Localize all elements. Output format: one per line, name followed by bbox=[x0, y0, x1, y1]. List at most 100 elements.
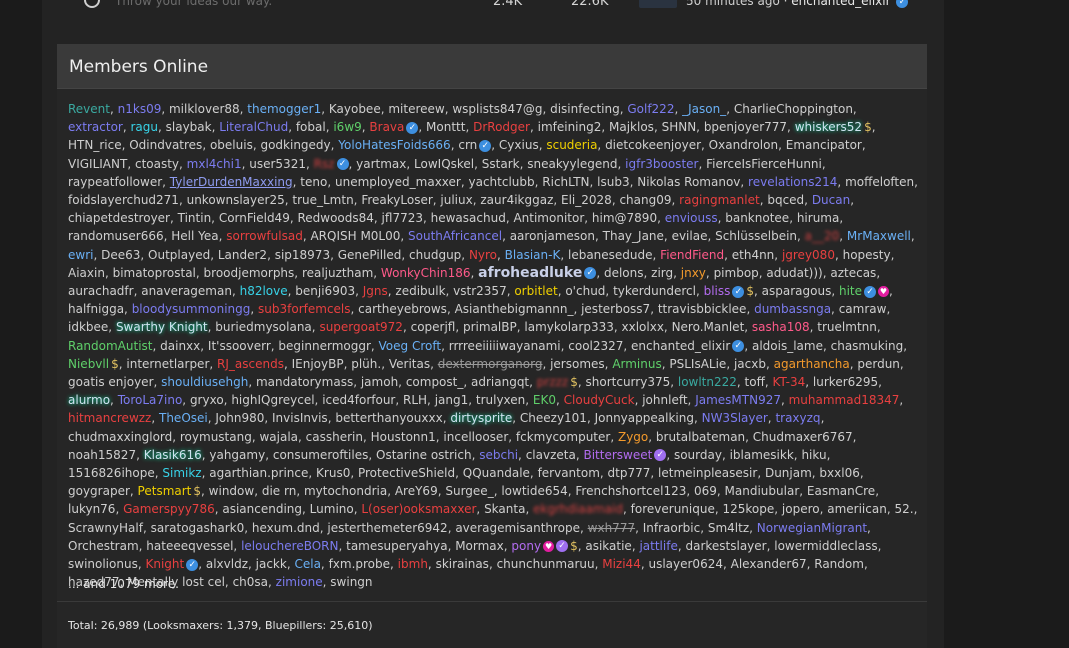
member-link[interactable]: h82love bbox=[240, 284, 288, 298]
member-link[interactable]: jattlife bbox=[639, 539, 677, 553]
member-link[interactable]: dainxx bbox=[160, 339, 200, 353]
member-link[interactable]: EasmanCre bbox=[807, 484, 875, 498]
member-link[interactable]: bloodysummoningg bbox=[132, 302, 251, 316]
member-link[interactable]: Emancipator bbox=[786, 138, 862, 152]
member-link[interactable]: unemployed_maxxer bbox=[335, 175, 461, 189]
member-link[interactable]: tykerdundercl bbox=[613, 284, 696, 298]
member-link[interactable]: Schlüsselbein bbox=[715, 229, 797, 243]
member-link[interactable]: sub3forfemcels bbox=[258, 302, 350, 316]
member-link[interactable]: bxxl06 bbox=[819, 466, 859, 480]
member-link[interactable]: GenePilled bbox=[338, 248, 402, 262]
member-link[interactable]: Orchestram bbox=[68, 539, 139, 553]
member-link[interactable]: letmeinpleasesir bbox=[658, 466, 757, 480]
member-link[interactable]: Random bbox=[814, 557, 864, 571]
member-link[interactable]: LowIQskel bbox=[414, 157, 474, 171]
member-link[interactable]: idkbee bbox=[68, 320, 108, 334]
member-link[interactable]: VIGILIANT bbox=[68, 157, 127, 171]
member-link[interactable]: chiapetdestroyer bbox=[68, 211, 170, 225]
member-link[interactable]: Brava bbox=[369, 120, 404, 134]
member-link[interactable]: jersomes bbox=[550, 357, 605, 371]
member-link[interactable]: Sstark bbox=[482, 157, 520, 171]
member-link[interactable]: YoloHatesFoids666 bbox=[338, 138, 450, 152]
member-link[interactable]: jfl7723 bbox=[382, 211, 423, 225]
member-link[interactable]: consumeroftiles bbox=[273, 448, 369, 462]
member-link[interactable]: sneakyylegend bbox=[527, 157, 617, 171]
member-link[interactable]: cool2327 bbox=[568, 339, 623, 353]
member-link[interactable]: ameriican bbox=[827, 502, 887, 516]
member-link[interactable]: roymustang bbox=[180, 430, 252, 444]
member-link[interactable]: ch0sa bbox=[233, 575, 268, 589]
member-link[interactable]: wajala bbox=[259, 430, 298, 444]
member-link[interactable]: aztecas bbox=[830, 266, 876, 280]
member-link[interactable]: averagemisanthrope bbox=[455, 521, 580, 535]
member-link[interactable]: chunchunmaruu bbox=[497, 557, 595, 571]
member-link[interactable]: coperjfl bbox=[411, 320, 456, 334]
member-link[interactable]: lowtide654 bbox=[501, 484, 567, 498]
member-link[interactable]: raypeatfollower bbox=[68, 175, 162, 189]
member-link[interactable]: Revent bbox=[68, 102, 110, 116]
member-link[interactable]: It'ssooverr bbox=[208, 339, 271, 353]
member-link[interactable]: obeluis bbox=[210, 138, 253, 152]
member-link[interactable]: Tintin bbox=[178, 211, 212, 225]
member-link[interactable]: foreverunique bbox=[631, 502, 715, 516]
member-link[interactable]: _Jason_ bbox=[682, 102, 726, 116]
member-link[interactable]: Blasian-K bbox=[505, 248, 561, 262]
member-link[interactable]: jopero bbox=[782, 502, 820, 516]
member-link[interactable]: NW3Slayer bbox=[702, 411, 768, 425]
member-link[interactable]: gryxo bbox=[190, 393, 224, 407]
member-link[interactable]: Veritas bbox=[389, 357, 430, 371]
member-link[interactable]: themogger1 bbox=[247, 102, 321, 116]
member-link[interactable]: skirainas bbox=[436, 557, 489, 571]
member-link[interactable]: i6w9 bbox=[333, 120, 361, 134]
member-link[interactable]: Cela bbox=[294, 557, 320, 571]
member-link[interactable]: IEnjoyBP bbox=[292, 357, 344, 371]
member-link[interactable]: 52. bbox=[894, 502, 913, 516]
member-link[interactable]: sorrowfulsad bbox=[226, 229, 303, 243]
member-link[interactable]: Lander2 bbox=[218, 248, 267, 262]
member-link[interactable]: dextermorganorg bbox=[438, 357, 543, 371]
member-link[interactable]: extractor bbox=[68, 120, 123, 134]
member-link[interactable]: FiendFiend bbox=[660, 248, 724, 262]
member-link[interactable]: 069 bbox=[694, 484, 717, 498]
member-link[interactable]: chudgup bbox=[409, 248, 461, 262]
member-link[interactable]: Odindvatres bbox=[129, 138, 202, 152]
member-link[interactable]: johnleft bbox=[642, 393, 687, 407]
member-link[interactable]: mitereew bbox=[388, 102, 444, 116]
member-link[interactable]: chudmaxxinglord bbox=[68, 430, 172, 444]
member-link[interactable]: fervantom bbox=[538, 466, 600, 480]
member-link[interactable]: delons bbox=[604, 266, 644, 280]
member-link[interactable]: TheOsei bbox=[159, 411, 208, 425]
forum-row[interactable]: Throw your ideas our way. 2.4K 22.6K 50 … bbox=[42, 0, 944, 20]
member-link[interactable]: Simikz bbox=[162, 466, 201, 480]
member-link[interactable]: ToroLa7ino bbox=[118, 393, 183, 407]
member-link[interactable]: alxvldz bbox=[206, 557, 248, 571]
member-link[interactable]: pimbop bbox=[714, 266, 759, 280]
member-link[interactable]: afroheadluke bbox=[478, 265, 582, 281]
member-link[interactable]: dietcokeenjoyer bbox=[605, 138, 701, 152]
member-link[interactable]: ctoasty bbox=[135, 157, 179, 171]
member-link[interactable]: jackk bbox=[256, 557, 287, 571]
member-link[interactable]: iblamesikk bbox=[730, 448, 794, 462]
member-link[interactable]: banknotee bbox=[725, 211, 789, 225]
member-link[interactable]: o'chud bbox=[565, 284, 605, 298]
member-link[interactable]: Arminus bbox=[612, 357, 661, 371]
member-link[interactable]: zedibulk bbox=[395, 284, 445, 298]
member-link[interactable]: Krus0 bbox=[316, 466, 350, 480]
member-link[interactable]: Outplayed bbox=[148, 248, 210, 262]
member-link[interactable]: Dunjam bbox=[765, 466, 812, 480]
member-link[interactable]: shouldiusehgh bbox=[161, 375, 248, 389]
member-link[interactable]: Swarthy Knight bbox=[116, 320, 208, 334]
member-link[interactable]: revelations214 bbox=[748, 175, 837, 189]
member-link[interactable]: supergoat972 bbox=[319, 320, 403, 334]
member-link[interactable]: fckmycomputer bbox=[516, 430, 610, 444]
member-link[interactable]: milklover88 bbox=[169, 102, 240, 116]
member-link[interactable]: truelmtnn bbox=[817, 320, 877, 334]
member-link[interactable]: ttravisbbicklee bbox=[658, 302, 747, 316]
member-link[interactable]: hiruma bbox=[797, 211, 840, 225]
member-link[interactable]: evilae bbox=[672, 229, 708, 243]
member-link[interactable]: FreakyLoser bbox=[361, 193, 432, 207]
member-link[interactable]: Antimonitor bbox=[513, 211, 584, 225]
member-link[interactable]: hateeeqvessel bbox=[146, 539, 233, 553]
member-link[interactable]: ARQISH M0L00 bbox=[310, 229, 400, 243]
member-link[interactable]: Eli_2028 bbox=[561, 193, 612, 207]
